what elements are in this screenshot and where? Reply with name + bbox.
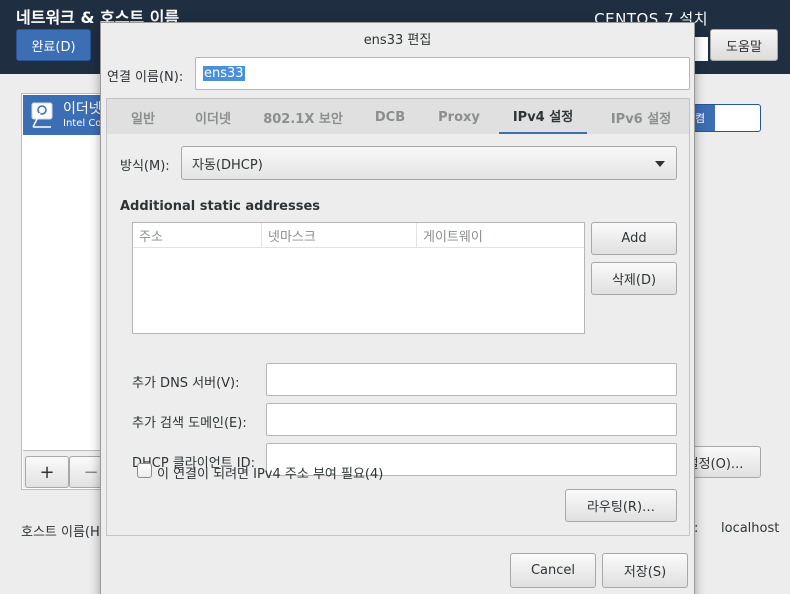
static-addresses-heading: Additional static addresses xyxy=(120,199,321,214)
tab-8021x-security[interactable]: 802.1X 보안 xyxy=(253,99,353,135)
device-toggle[interactable]: 켬 xyxy=(690,104,761,132)
device-description: Intel Corporation 82545EM Gigabit Ethern… xyxy=(63,118,103,129)
tab-proxy[interactable]: Proxy xyxy=(427,99,491,135)
save-button[interactable]: 저장(S) xyxy=(602,553,688,588)
tab-dcb[interactable]: DCB xyxy=(363,99,417,135)
help-button[interactable]: 도움말 xyxy=(710,29,778,61)
configure-button[interactable]: 설정(O)... xyxy=(685,446,761,478)
ethernet-icon xyxy=(31,102,53,128)
method-select[interactable]: 자동(DHCP) xyxy=(181,146,677,180)
chevron-down-icon xyxy=(655,161,665,167)
edit-connection-dialog: ens33 편집 연결 이름(N): ens33 일반 이더넷 802.1X 보… xyxy=(100,22,695,594)
addresses-table-header: 주소 넷마스크 게이트웨이 xyxy=(133,223,584,248)
keyboard-indicator xyxy=(694,37,708,61)
device-list-item-ens33[interactable]: 이더넷 (ens33) Intel Corporation 82545EM Gi… xyxy=(23,95,103,135)
connection-name-input[interactable]: ens33 xyxy=(195,57,690,90)
column-gateway[interactable]: 게이트웨이 xyxy=(417,223,584,248)
device-list: 이더넷 (ens33) Intel Corporation 82545EM Gi… xyxy=(21,93,113,490)
require-ipv4-label[interactable]: 이 연결이 되려면 IPv4 주소 부여 필요(4) xyxy=(157,463,383,482)
tab-ethernet[interactable]: 이더넷 xyxy=(181,99,245,135)
column-netmask[interactable]: 넷마스크 xyxy=(262,223,417,248)
connection-name-value: ens33 xyxy=(203,66,245,81)
routes-button[interactable]: 라우팅(R)… xyxy=(565,489,677,522)
column-address[interactable]: 주소 xyxy=(133,223,262,248)
add-device-button[interactable]: + xyxy=(25,456,69,488)
current-hostname: localhost xyxy=(721,521,780,536)
method-label: 방식(M): xyxy=(120,159,170,174)
ipv4-settings-panel: 방식(M): 자동(DHCP) Additional static addres… xyxy=(106,134,690,536)
delete-address-button[interactable]: 삭제(D) xyxy=(591,262,677,295)
hostname-label: 호스트 이름(H): xyxy=(21,525,101,540)
addresses-table[interactable]: 주소 넷마스크 게이트웨이 xyxy=(132,222,585,334)
cancel-button[interactable]: Cancel xyxy=(510,553,596,588)
device-list-footer: + − xyxy=(23,450,113,488)
device-name: 이더넷 (ens33) xyxy=(63,101,103,117)
done-button[interactable]: 완료(D) xyxy=(16,29,91,61)
tab-general[interactable]: 일반 xyxy=(115,99,171,135)
tab-bar: 일반 이더넷 802.1X 보안 DCB Proxy IPv4 설정 IPv6 … xyxy=(106,98,690,135)
dialog-title: ens33 편집 xyxy=(363,33,432,48)
search-domains-label: 추가 검색 도메인(E): xyxy=(132,416,247,431)
connection-name-label: 연결 이름(N): xyxy=(107,70,184,85)
add-address-button[interactable]: Add xyxy=(591,222,677,255)
tab-ipv6-settings[interactable]: IPv6 설정 xyxy=(597,99,685,135)
dns-servers-label: 추가 DNS 서버(V): xyxy=(132,376,240,391)
method-value: 자동(DHCP) xyxy=(192,157,263,173)
search-domains-input[interactable] xyxy=(266,403,677,436)
dns-servers-input[interactable] xyxy=(266,363,677,396)
tab-ipv4-settings[interactable]: IPv4 설정 xyxy=(499,99,587,135)
require-ipv4-checkbox[interactable] xyxy=(137,463,152,478)
